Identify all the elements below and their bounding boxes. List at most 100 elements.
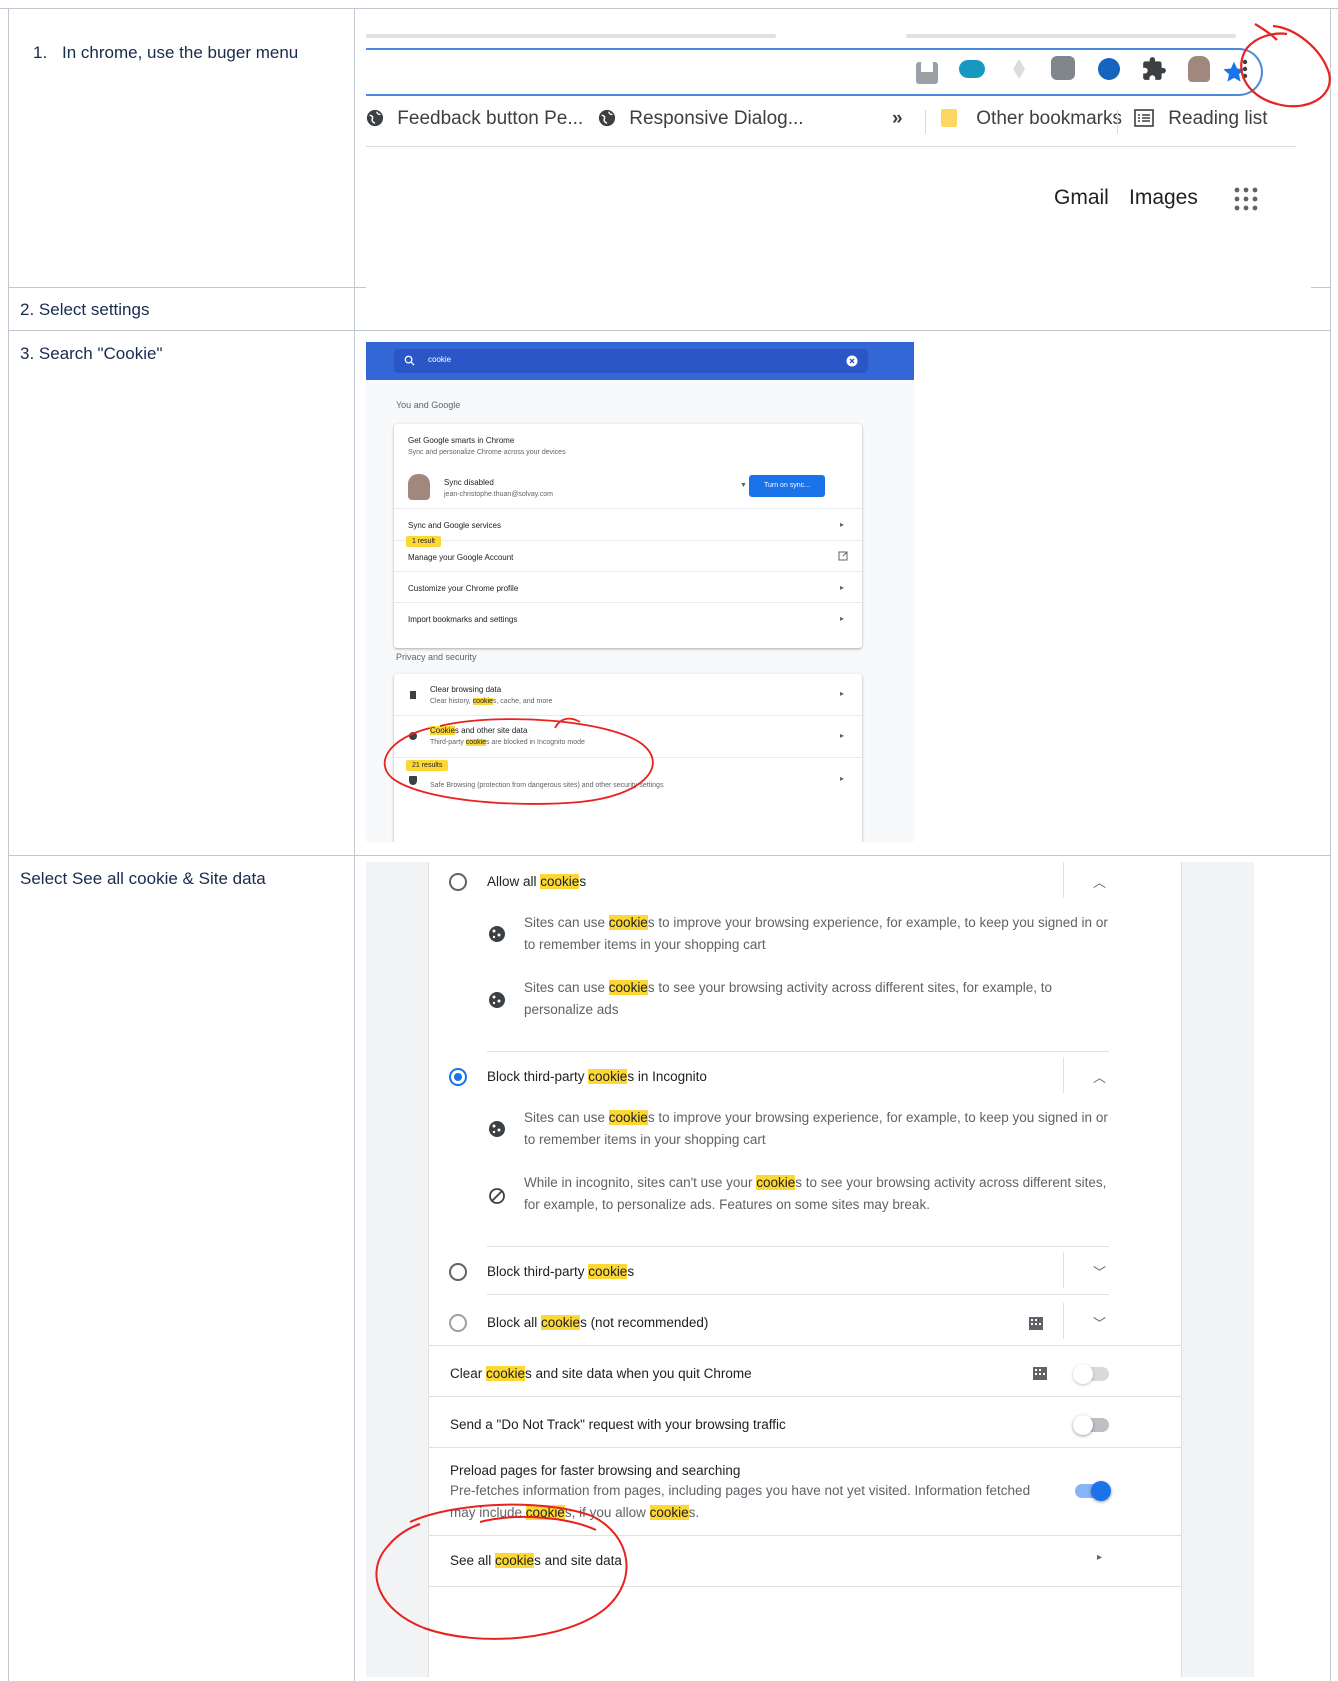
search-query: cookie: [428, 355, 452, 364]
reading-list-label: Reading list: [1168, 108, 1268, 129]
avatar: [408, 474, 430, 500]
bookmarks-divider: [925, 110, 926, 134]
radio-allow-all[interactable]: [449, 873, 467, 891]
table-border-top: [0, 8, 1338, 9]
separator: [1063, 1252, 1064, 1288]
chevron-right-icon: ▸: [839, 774, 844, 783]
separator: [429, 1447, 1181, 1448]
separator: [1063, 1303, 1064, 1339]
sync-services-row[interactable]: Sync and Google services ▸: [394, 508, 862, 541]
incognito-desc-1: Sites can use cookies to improve your br…: [524, 1110, 1108, 1147]
sync-services-label: Sync and Google services: [408, 521, 501, 530]
incognito-desc-2: While in incognito, sites can't use your…: [524, 1175, 1107, 1212]
cookies-title: Cookies and other site data: [430, 726, 528, 735]
avatar[interactable]: [1186, 56, 1212, 82]
privacy-card: Clear browsing data Clear history, cooki…: [394, 674, 862, 842]
radio-block-third-party[interactable]: [449, 1263, 467, 1281]
radio-block-incognito[interactable]: [449, 1068, 467, 1086]
extension-icon-5[interactable]: [1096, 56, 1122, 82]
table-column-divider: [354, 8, 355, 1681]
tab-strip: [906, 34, 1236, 38]
security-row[interactable]: Safe Browsing (protection from dangerous…: [394, 757, 862, 800]
cookies-row[interactable]: Cookies and other site data Third-party …: [394, 715, 862, 758]
gmail-link[interactable]: Gmail: [1054, 186, 1109, 210]
salesforce-icon[interactable]: [959, 56, 985, 82]
see-all-cookies-row[interactable]: See all cookies and site data ▸: [429, 1536, 1181, 1586]
chevron-down-icon[interactable]: ﹀: [1093, 1313, 1106, 1332]
more-bookmarks-button[interactable]: »: [892, 108, 903, 140]
address-bar[interactable]: [366, 48, 1263, 96]
preload-title: Preload pages for faster browsing and se…: [450, 1463, 741, 1478]
clear-on-quit-label: Clear cookies and site data when you qui…: [450, 1366, 752, 1381]
table-border-left: [8, 8, 9, 1681]
step-4-label: Select See all cookie & Site data: [20, 869, 266, 888]
import-bookmarks-row[interactable]: Import bookmarks and settings ▸: [394, 602, 862, 635]
do-not-track-toggle[interactable]: [1073, 1415, 1109, 1435]
bookmark-label: Responsive Dialog...: [629, 108, 804, 129]
step-3-label: 3. Search "Cookie": [20, 344, 163, 363]
radio-block-all[interactable]: [449, 1314, 467, 1332]
chevron-right-icon: ▸: [839, 689, 844, 698]
settings-search-input[interactable]: cookie: [394, 349, 868, 373]
apps-grid-icon[interactable]: [1233, 186, 1259, 212]
smarts-title: Get Google smarts in Chrome: [408, 436, 515, 445]
more-menu-icon[interactable]: [1232, 56, 1258, 82]
separator: [1063, 862, 1064, 898]
manage-account-row[interactable]: Manage your Google Account: [394, 540, 862, 572]
search-result-tooltip: 21 results: [406, 760, 449, 771]
other-bookmarks[interactable]: Other bookmarks: [941, 108, 1122, 140]
chevron-right-icon: ▸: [1097, 1552, 1103, 1563]
import-bookmarks-label: Import bookmarks and settings: [408, 615, 518, 624]
cookie-settings-panel: Allow all cookies ︿ Sites can use cookie…: [428, 862, 1182, 1677]
do-not-track-label: Send a "Do Not Track" request with your …: [450, 1417, 786, 1432]
puzzle-icon[interactable]: [1141, 56, 1167, 82]
separator: [429, 1586, 1181, 1587]
reading-list[interactable]: Reading list: [1134, 108, 1268, 140]
chevron-down-icon[interactable]: ﹀: [1093, 1262, 1106, 1281]
extension-icon-4[interactable]: [1051, 56, 1077, 82]
cookie-icon: [409, 732, 417, 740]
clear-browsing-subtitle: Clear history, cookies, cache, and more: [430, 698, 553, 705]
cookie-settings-screenshot: Allow all cookies ︿ Sites can use cookie…: [366, 862, 1254, 1677]
shield-icon: [409, 776, 417, 785]
chevron-up-icon[interactable]: ︿: [1093, 872, 1106, 891]
separator: [429, 1396, 1181, 1397]
separator: [487, 1294, 1109, 1295]
customize-profile-label: Customize your Chrome profile: [408, 584, 519, 593]
preload-toggle[interactable]: [1075, 1481, 1111, 1501]
bookmark-item[interactable]: Responsive Dialog...: [598, 108, 804, 140]
building-icon: [1033, 1367, 1047, 1380]
chevron-up-icon[interactable]: ︿: [1093, 1067, 1106, 1086]
chevron-right-icon: ▸: [839, 520, 844, 529]
customize-profile-row[interactable]: Customize your Chrome profile ▸: [394, 571, 862, 603]
building-icon: [1029, 1317, 1043, 1330]
you-and-google-card: Get Google smarts in Chrome Sync and per…: [394, 424, 862, 648]
tab-strip: [366, 34, 776, 38]
chevron-right-icon: ▸: [839, 614, 844, 623]
chrome-toolbar-screenshot: Feedback button Pe... Responsive Dialog.…: [366, 28, 1311, 288]
allow-desc-2: Sites can use cookies to see your browsi…: [524, 980, 1053, 1017]
search-result-tooltip: 1 result: [406, 536, 441, 547]
sync-email: jean-christophe.thuan@solvay.com: [444, 491, 553, 498]
allow-all-label: Allow all cookies: [487, 874, 587, 889]
turn-on-sync-button[interactable]: Turn on sync...: [749, 475, 825, 497]
extension-icon-3[interactable]: [1006, 56, 1032, 82]
bookmark-item[interactable]: Feedback button Pe...: [366, 108, 583, 140]
block-all-label: Block all cookies (not recommended): [487, 1315, 709, 1330]
clear-search-icon[interactable]: [846, 355, 858, 367]
step-1-number: 1.: [33, 43, 48, 62]
external-link-icon: [838, 551, 848, 561]
table-border-right: [1330, 8, 1331, 1681]
separator: [487, 1051, 1109, 1052]
clear-on-quit-toggle[interactable]: [1073, 1364, 1109, 1384]
reading-list-icon: [1134, 109, 1154, 127]
other-bookmarks-label: Other bookmarks: [976, 108, 1123, 129]
extension-icon-1[interactable]: [914, 56, 940, 84]
step-2-label: 2. Select settings: [20, 300, 150, 319]
block-third-party-label: Block third-party cookies: [487, 1264, 635, 1279]
chevron-down-icon[interactable]: ▼: [740, 482, 747, 489]
block-incognito-label: Block third-party cookies in Incognito: [487, 1069, 707, 1084]
clear-browsing-title: Clear browsing data: [430, 685, 502, 694]
bookmark-label: Feedback button Pe...: [397, 108, 584, 129]
images-link[interactable]: Images: [1129, 186, 1198, 210]
